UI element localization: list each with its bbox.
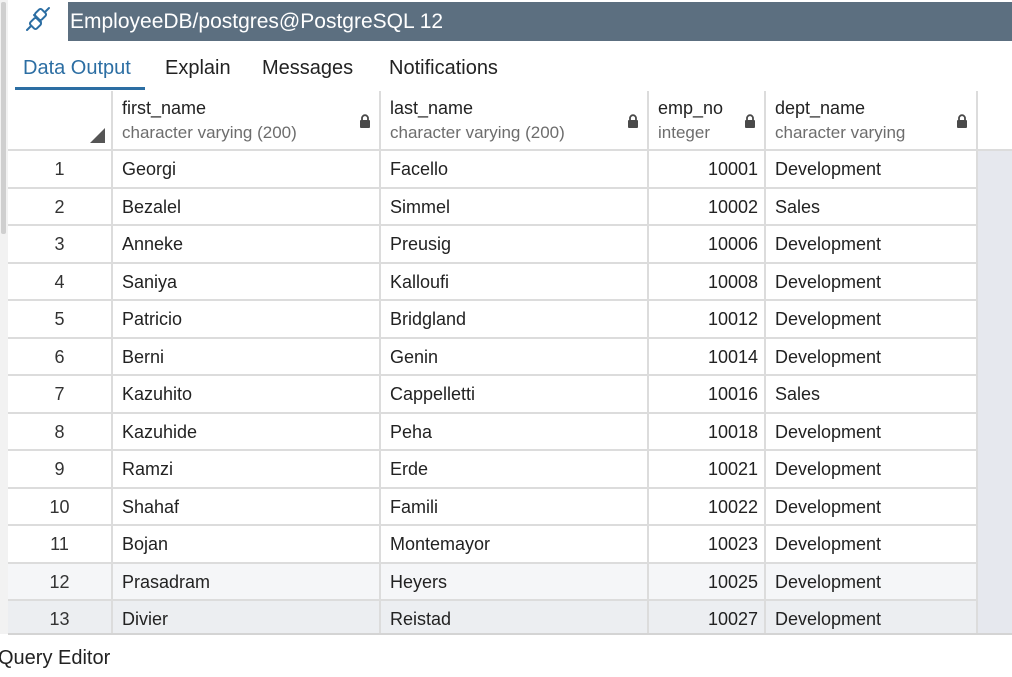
column-header-last-name[interactable]: last_name character varying (200)	[381, 91, 649, 151]
cell-first-name[interactable]: Berni	[113, 338, 381, 376]
cell-first-name[interactable]: Kazuhide	[113, 413, 381, 451]
cell-last-name[interactable]: Erde	[381, 451, 649, 489]
cell-emp-no[interactable]: 10021	[649, 451, 766, 489]
connection-title: EmployeeDB/postgres@PostgreSQL 12	[70, 10, 444, 33]
cell-dept-name[interactable]: Development	[766, 226, 978, 264]
row-number[interactable]: 9	[8, 451, 113, 489]
cell-emp-no[interactable]: 10006	[649, 226, 766, 264]
cell-last-name[interactable]: Bridgland	[381, 301, 649, 339]
column-name: first_name	[122, 98, 207, 118]
tab-data-output[interactable]: Data Output	[15, 48, 145, 90]
cell-emp-no[interactable]: 10023	[649, 526, 766, 564]
tab-explain[interactable]: Explain	[165, 48, 231, 90]
cell-first-name[interactable]: Divier	[113, 601, 381, 634]
cell-emp-no[interactable]: 10008	[649, 263, 766, 301]
cell-dept-name[interactable]: Development	[766, 151, 978, 189]
cell-emp-no[interactable]: 10014	[649, 338, 766, 376]
cell-dept-name[interactable]: Sales	[766, 376, 978, 414]
cell-first-name[interactable]: Anneke	[113, 226, 381, 264]
cell-emp-no[interactable]: 10002	[649, 188, 766, 226]
row-number[interactable]: 5	[8, 301, 113, 339]
left-scroll-edge	[0, 0, 8, 634]
cell-dept-name[interactable]: Development	[766, 488, 978, 526]
row-number[interactable]: 12	[8, 563, 113, 601]
cell-emp-no[interactable]: 10022	[649, 488, 766, 526]
plug-connect-icon	[25, 6, 51, 37]
cell-last-name[interactable]: Famili	[381, 488, 649, 526]
row-number[interactable]: 8	[8, 413, 113, 451]
row-number[interactable]: 6	[8, 338, 113, 376]
row-number[interactable]: 10	[8, 488, 113, 526]
cell-last-name[interactable]: Montemayor	[381, 526, 649, 564]
cell-emp-no[interactable]: 10012	[649, 301, 766, 339]
lock-icon	[744, 113, 756, 134]
cell-first-name[interactable]: Shahaf	[113, 488, 381, 526]
cell-first-name[interactable]: Georgi	[113, 151, 381, 189]
select-all-corner[interactable]	[8, 91, 113, 151]
cell-emp-no[interactable]: 10025	[649, 563, 766, 601]
cell-dept-name[interactable]: Development	[766, 301, 978, 339]
column-header-first-name[interactable]: first_name character varying (200)	[113, 91, 381, 151]
cell-last-name[interactable]: Peha	[381, 413, 649, 451]
tab-notifications[interactable]: Notifications	[389, 48, 498, 90]
cell-first-name[interactable]: Bojan	[113, 526, 381, 564]
connection-titlebar: EmployeeDB/postgres@PostgreSQL 12	[8, 2, 1012, 41]
data-output-grid: first_name character varying (200) last_na…	[8, 91, 1012, 634]
column-name: dept_name	[775, 98, 866, 118]
grid-header-filler	[978, 91, 1012, 151]
cell-last-name[interactable]: Reistad	[381, 601, 649, 634]
cell-dept-name[interactable]: Development	[766, 338, 978, 376]
row-number[interactable]: 4	[8, 263, 113, 301]
grid-bottom-border	[8, 633, 1012, 635]
left-scroll-thumb[interactable]	[1, 2, 6, 234]
cell-last-name[interactable]: Preusig	[381, 226, 649, 264]
column-header-dept-name[interactable]: dept_name character varying	[766, 91, 978, 151]
column-type: character varying (200)	[390, 123, 565, 142]
column-type: character varying	[775, 123, 906, 142]
cell-emp-no[interactable]: 10027	[649, 601, 766, 634]
connection-status-button[interactable]	[8, 2, 68, 41]
row-number[interactable]: 1	[8, 151, 113, 189]
cell-dept-name[interactable]: Development	[766, 451, 978, 489]
column-type: character varying (200)	[122, 123, 297, 142]
query-editor-label[interactable]: Query Editor	[0, 647, 110, 670]
cell-first-name[interactable]: Ramzi	[113, 451, 381, 489]
column-name: emp_no	[658, 98, 724, 118]
cell-first-name[interactable]: Patricio	[113, 301, 381, 339]
cell-dept-name[interactable]: Development	[766, 526, 978, 564]
cell-last-name[interactable]: Heyers	[381, 563, 649, 601]
cell-first-name[interactable]: Bezalel	[113, 188, 381, 226]
lock-icon	[359, 113, 371, 134]
grid-filler	[978, 151, 1012, 634]
cell-emp-no[interactable]: 10016	[649, 376, 766, 414]
row-number[interactable]: 11	[8, 526, 113, 564]
cell-dept-name[interactable]: Development	[766, 263, 978, 301]
cell-first-name[interactable]: Saniya	[113, 263, 381, 301]
cell-dept-name[interactable]: Development	[766, 413, 978, 451]
lock-icon	[956, 113, 968, 134]
cell-first-name[interactable]: Prasadram	[113, 563, 381, 601]
tab-messages[interactable]: Messages	[262, 48, 353, 90]
column-name: last_name	[390, 98, 474, 118]
cell-first-name[interactable]: Kazuhito	[113, 376, 381, 414]
cell-last-name[interactable]: Facello	[381, 151, 649, 189]
column-type: integer	[658, 123, 710, 142]
column-header-emp-no[interactable]: emp_nointeger	[649, 91, 766, 151]
cell-last-name[interactable]: Simmel	[381, 188, 649, 226]
row-number[interactable]: 2	[8, 188, 113, 226]
cell-last-name[interactable]: Kalloufi	[381, 263, 649, 301]
cell-last-name[interactable]: Cappelletti	[381, 376, 649, 414]
lock-icon	[627, 113, 639, 134]
cell-dept-name[interactable]: Development	[766, 563, 978, 601]
corner-triangle-icon	[90, 128, 105, 143]
row-number[interactable]: 13	[8, 601, 113, 634]
cell-dept-name[interactable]: Development	[766, 601, 978, 634]
cell-dept-name[interactable]: Sales	[766, 188, 978, 226]
cell-emp-no[interactable]: 10018	[649, 413, 766, 451]
cell-last-name[interactable]: Genin	[381, 338, 649, 376]
row-number[interactable]: 7	[8, 376, 113, 414]
cell-emp-no[interactable]: 10001	[649, 151, 766, 189]
output-tabs: Data Output Explain Messages Notificatio…	[8, 48, 1012, 90]
row-number[interactable]: 3	[8, 226, 113, 264]
